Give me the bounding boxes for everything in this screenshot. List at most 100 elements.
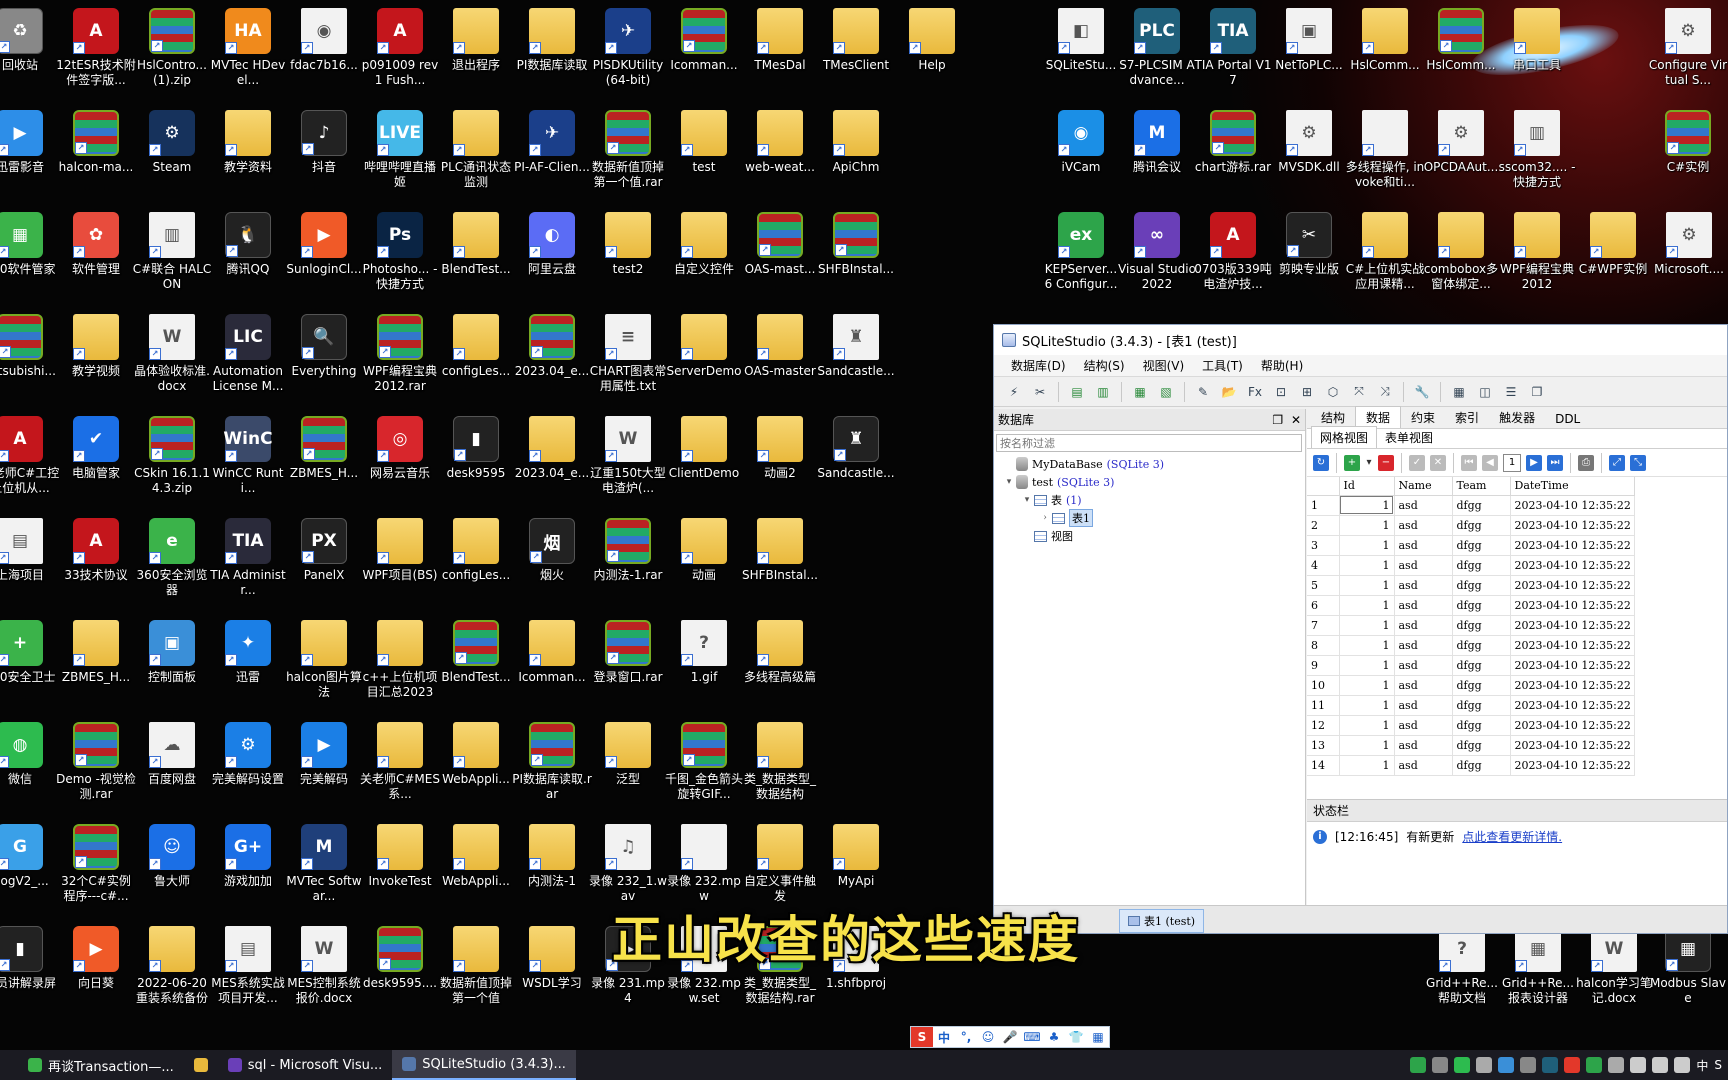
desktop-icon-104[interactable]: ↗ 自定义事件触发 (742, 824, 818, 904)
desktop-icon-84[interactable]: ↗ Demo -视觉检测.rar (56, 722, 136, 802)
desktop-icon-76[interactable]: ↗ halcon图片算法 (286, 620, 362, 700)
ime-item-6[interactable]: ♣ (1043, 1027, 1065, 1047)
tree-item-tables[interactable]: ▾ 表 (1) (994, 491, 1305, 509)
desktop-icon-43[interactable]: ↗ configLes... (438, 314, 514, 379)
desktop-icon-89[interactable]: ↗ WebAppli... (438, 722, 514, 787)
desktop-icon-144[interactable]: ▦ ↗ Grid++Re...报表设计器 (1500, 926, 1576, 1006)
table-row[interactable]: 7 1 asd dfgg 2023-04-10 12:35:22 (1307, 615, 1635, 636)
cell-datetime[interactable]: 2023-04-10 12:35:22 (1510, 515, 1635, 536)
menu-item-0[interactable]: 数据库(D) (1002, 357, 1075, 374)
desktop-icon-96[interactable]: ☺ ↗ 鲁大师 (134, 824, 210, 889)
cell-name[interactable]: asd (1394, 735, 1453, 756)
desktop-icon-46[interactable]: ↗ ServerDemo (666, 314, 742, 379)
table-row[interactable]: 8 1 asd dfgg 2023-04-10 12:35:22 (1307, 635, 1635, 656)
cell-id[interactable]: 1 (1339, 495, 1395, 516)
table-row[interactable]: 5 1 asd dfgg 2023-04-10 12:35:22 (1307, 575, 1635, 596)
cell-id[interactable]: 1 (1339, 575, 1395, 596)
desktop-icon-121[interactable]: ▣ ↗ NetToPLC... (1271, 8, 1347, 73)
desktop-icon-95[interactable]: ↗ 32个C#实例程序---c#... (58, 824, 134, 904)
tree-item-table[interactable]: › 表1 (994, 509, 1305, 527)
desktop-icon-54[interactable]: ◎ ↗ 网易云音乐 (362, 416, 438, 481)
desktop-icon-70[interactable]: ↗ 动画 (666, 518, 742, 583)
desktop-icon-119[interactable]: PLC ↗ S7-PLCSIM Advance... (1119, 8, 1195, 88)
desktop-icon-75[interactable]: ✦ ↗ 迅雷 (210, 620, 286, 685)
cell-id[interactable]: 1 (1339, 535, 1395, 556)
desktop-icon-73[interactable]: ↗ ZBMES_H... (58, 620, 134, 685)
taskbar-app-2[interactable]: sql - Microsoft Visu... (218, 1050, 393, 1080)
cell-id[interactable]: 1 (1339, 735, 1395, 756)
cell-team[interactable]: dfgg (1452, 695, 1511, 716)
table-row[interactable]: 9 1 asd dfgg 2023-04-10 12:35:22 (1307, 655, 1635, 676)
cell-team[interactable]: dfgg (1452, 635, 1511, 656)
desktop-icon-12[interactable]: ↗ Help (894, 8, 970, 73)
cell-name[interactable]: asd (1394, 675, 1453, 696)
cell-team[interactable]: dfgg (1452, 655, 1511, 676)
ime-item-5[interactable]: ⌨ (1021, 1027, 1043, 1047)
desktop-icon-94[interactable]: G↗ DogV2_... (0, 824, 58, 889)
desktop-icon-112[interactable]: ↗ 数据新值顶掉第一个值 (438, 926, 514, 1006)
desktop-icon-133[interactable]: ↗ C#实例 (1650, 110, 1726, 175)
export-icon[interactable]: ⤨ (1375, 382, 1395, 402)
first-page-icon[interactable]: ⏮ (1461, 454, 1477, 471)
desktop-icon-126[interactable]: ◉ ↗ iVCam (1043, 110, 1119, 175)
cell-id[interactable]: 1 (1339, 635, 1395, 656)
desktop-icon-35[interactable]: ↗ OAS-mast... (742, 212, 818, 277)
sqlitestudio-window[interactable]: SQLiteStudio (3.4.3) - [表1 (test)] 数据库(D… (993, 324, 1728, 934)
column-header-id[interactable]: Id (1339, 477, 1395, 496)
desktop-icon-81[interactable]: ? ↗ 1.gif (666, 620, 742, 685)
table-row[interactable]: 1 1 asd dfgg 2023-04-10 12:35:22 (1307, 495, 1635, 516)
tray-icon-3[interactable] (1476, 1057, 1493, 1073)
cell-team[interactable]: dfgg (1452, 615, 1511, 636)
config-icon[interactable]: 🔧 (1412, 382, 1432, 402)
desktop-icon-52[interactable]: WinC ↗ WinCC Runti... (210, 416, 286, 496)
desktop-icon-124[interactable]: ↗ 串口工具 (1499, 8, 1575, 73)
desktop-icon-64[interactable]: TIA ↗ TIA Administr... (210, 518, 286, 598)
desktop-icon-39[interactable]: W ↗ 晶体验收标准.docx (134, 314, 210, 394)
desktop-icon-134[interactable]: ex ↗ KEPServer... 6 Configur... (1043, 212, 1119, 292)
table-row[interactable]: 3 1 asd dfgg 2023-04-10 12:35:22 (1307, 535, 1635, 556)
tray-icon-9[interactable] (1608, 1057, 1625, 1073)
delete-row-icon[interactable]: − (1378, 454, 1394, 471)
import-icon[interactable]: ⤧ (1349, 382, 1369, 402)
ime-item-2[interactable]: °, (955, 1027, 977, 1047)
ime-item-7[interactable]: 👕 (1065, 1027, 1087, 1047)
tray-icon-0[interactable] (1410, 1057, 1427, 1073)
cell-id[interactable]: 1 (1339, 515, 1395, 536)
tab-0[interactable]: 结构 (1311, 407, 1355, 428)
cell-datetime[interactable]: 2023-04-10 12:35:22 (1510, 675, 1635, 696)
next-page-icon[interactable]: ▶ (1526, 454, 1542, 471)
desktop-icon-26[interactable]: ✿ ↗ 软件管理 (58, 212, 134, 277)
tray-text-1[interactable]: S (1714, 1058, 1722, 1072)
cell-datetime[interactable]: 2023-04-10 12:35:22 (1510, 535, 1635, 556)
desktop-icon-98[interactable]: M ↗ MVTec Softwar... (286, 824, 362, 904)
desktop-icon-55[interactable]: ▮ ↗ desk9595 (438, 416, 514, 481)
desktop-icon-86[interactable]: ⚙ ↗ 完美解码设置 (210, 722, 286, 787)
cell-team[interactable]: dfgg (1452, 735, 1511, 756)
cell-name[interactable]: asd (1394, 495, 1453, 516)
desktop-icon-22[interactable]: ↗ test (666, 110, 742, 175)
desktop-icon-25[interactable]: ▦↗ 360软件管家 (0, 212, 58, 277)
disconnect-icon[interactable]: ✂ (1030, 382, 1050, 402)
tile-horizontal-icon[interactable]: ◫ (1475, 382, 1495, 402)
desktop-icon-137[interactable]: ✂ ↗ 剪映专业版 (1271, 212, 1347, 277)
table-row[interactable]: 14 1 asd dfgg 2023-04-10 12:35:22 (1307, 755, 1635, 776)
desktop-icon-108[interactable]: ↗ 2022-06-20重装系统备份 (134, 926, 210, 1006)
tray-icon-1[interactable] (1432, 1057, 1449, 1073)
desktop-icon-9[interactable]: ↗ Icomman... (666, 8, 742, 73)
ime-item-0[interactable]: S (911, 1027, 933, 1047)
desktop-icon-51[interactable]: ↗ CSkin 16.1.14.3.zip (134, 416, 210, 496)
cell-datetime[interactable]: 2023-04-10 12:35:22 (1510, 655, 1635, 676)
desktop-icon-120[interactable]: TIA ↗ TIA Portal V17 (1194, 8, 1272, 88)
desktop-icon-3[interactable]: HA ↗ MVTec HDevel... (210, 8, 286, 88)
desktop-icon-101[interactable]: ↗ 内测法-1 (514, 824, 590, 889)
subtab-1[interactable]: 表单视图 (1377, 427, 1441, 448)
desktop-icon-66[interactable]: ↗ WPF项目(BS) (362, 518, 438, 583)
desktop-icon-50[interactable]: ✔ ↗ 电脑管家 (58, 416, 134, 481)
table-row[interactable]: 2 1 asd dfgg 2023-04-10 12:35:22 (1307, 515, 1635, 536)
print-icon[interactable]: ⎙ (1578, 454, 1594, 471)
desktop-icon-140[interactable]: ↗ WPF编程宝典2012 (1499, 212, 1575, 292)
cascade-icon[interactable]: ❐ (1527, 382, 1547, 402)
tab-1[interactable]: 数据 (1355, 406, 1402, 428)
cell-name[interactable]: asd (1394, 535, 1453, 556)
tray-icon-5[interactable] (1520, 1057, 1537, 1073)
